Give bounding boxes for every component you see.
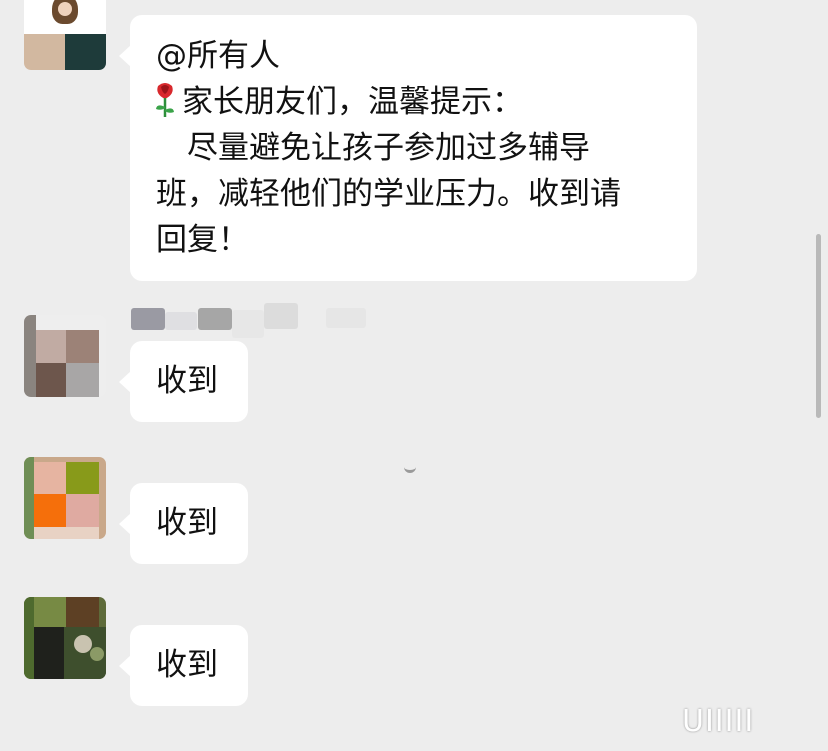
avatar-pixel — [65, 34, 106, 70]
name-blur-block — [264, 303, 298, 329]
blurred-mark — [404, 464, 416, 473]
avatar-pixel — [74, 635, 92, 653]
avatar-pixel — [36, 363, 66, 397]
name-blur-block — [131, 308, 165, 330]
avatar-pixel — [24, 457, 34, 539]
message-bubble-announcement[interactable]: @所有人 家长朋友们，温馨提示： 尽量避免让孩子参加过多辅导 班，减轻他们的学业… — [119, 15, 697, 281]
avatar-pixel — [34, 627, 64, 679]
avatar-pixel — [66, 363, 99, 397]
name-blur-block — [232, 310, 264, 338]
message-bubble-reply[interactable]: 收到 — [119, 483, 248, 564]
avatar-pixel — [66, 494, 99, 527]
avatar-pixel — [36, 330, 66, 363]
watermark: UIIIII — [682, 704, 755, 739]
announcement-line-2: 尽量避免让孩子参加过多辅导 — [156, 130, 590, 166]
name-blur-block — [198, 308, 232, 330]
scrollbar-thumb[interactable] — [816, 234, 821, 418]
avatar-pixel — [24, 597, 34, 679]
mention-all-text[interactable]: @所有人 — [156, 33, 280, 79]
announcement-line-3: 班，减轻他们的学业压力。收到请 — [156, 176, 621, 212]
avatar-pixel — [66, 597, 99, 627]
name-blur-block — [326, 308, 366, 328]
announcement-line-1: 家长朋友们，温馨提示： — [152, 79, 523, 125]
chat-area[interactable]: @所有人 家长朋友们，温馨提示： 尽量避免让孩子参加过多辅导 班，减轻他们的学业… — [0, 0, 828, 751]
avatar[interactable] — [24, 0, 106, 70]
avatar-pixel — [34, 494, 66, 527]
announcement-line-4: 回复！ — [156, 222, 249, 258]
reply-text: 收到 — [156, 363, 218, 399]
avatar[interactable] — [24, 315, 106, 397]
avatar-pixel — [66, 330, 99, 363]
avatar-pixel — [34, 462, 66, 494]
avatar-pixel — [24, 34, 65, 70]
message-bubble-reply[interactable]: 收到 — [119, 625, 248, 706]
rose-icon — [156, 83, 174, 117]
avatar-pixel — [66, 462, 99, 494]
avatar-pixel — [34, 527, 99, 539]
announcement-line-1-text: 家长朋友们，温馨提示： — [182, 84, 523, 120]
reply-text: 收到 — [156, 647, 218, 683]
avatar-pixel — [24, 315, 36, 397]
reply-text: 收到 — [156, 505, 218, 541]
avatar-pixel — [34, 597, 66, 627]
name-blur-block — [165, 312, 197, 330]
avatar[interactable] — [24, 457, 106, 539]
avatar-pixel — [58, 2, 72, 16]
avatar-pixel — [90, 647, 104, 661]
message-bubble-reply[interactable]: 收到 — [119, 341, 248, 422]
avatar[interactable] — [24, 597, 106, 679]
